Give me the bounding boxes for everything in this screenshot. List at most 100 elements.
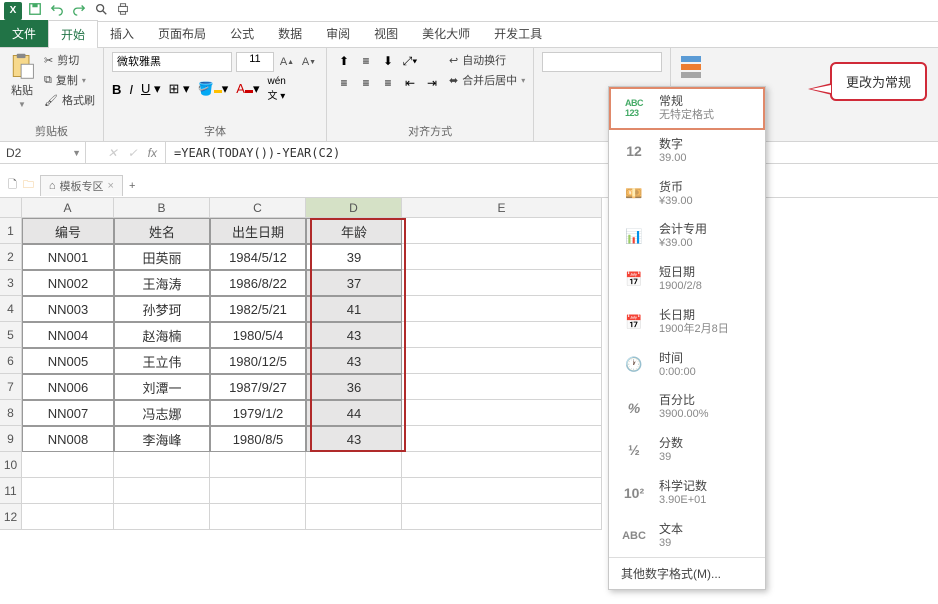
- row-header-1[interactable]: 1: [0, 218, 22, 244]
- cell-name-3[interactable]: 王海涛: [114, 270, 210, 296]
- empty-cell[interactable]: [306, 452, 402, 478]
- cell-dob-6[interactable]: 1980/12/5: [210, 348, 306, 374]
- align-bottom-icon[interactable]: ⬇: [379, 52, 397, 70]
- fx-icon[interactable]: fx: [148, 146, 157, 160]
- cell-age-6[interactable]: 43: [306, 348, 402, 374]
- formula-input[interactable]: =YEAR(TODAY())-YEAR(C2): [166, 142, 938, 163]
- empty-cell[interactable]: [22, 504, 114, 530]
- empty-cell[interactable]: [306, 504, 402, 530]
- cancel-icon[interactable]: ✕: [108, 146, 118, 160]
- cell-name-6[interactable]: 王立伟: [114, 348, 210, 374]
- format-fraction[interactable]: ½ 分数39: [609, 429, 765, 472]
- border-button[interactable]: ⊞ ▾: [169, 81, 190, 97]
- empty-cell[interactable]: [210, 478, 306, 504]
- format-accounting[interactable]: 📊 会计专用¥39.00: [609, 215, 765, 258]
- cell-id-4[interactable]: NN003: [22, 296, 114, 322]
- cell-id-9[interactable]: NN008: [22, 426, 114, 452]
- underline-button[interactable]: U ▾: [141, 81, 161, 97]
- tab-insert[interactable]: 插入: [98, 20, 146, 47]
- cell-E3[interactable]: [402, 270, 602, 296]
- tab-file[interactable]: 文件: [0, 20, 48, 47]
- cell-id-8[interactable]: NN007: [22, 400, 114, 426]
- empty-cell[interactable]: [306, 478, 402, 504]
- cell-E6[interactable]: [402, 348, 602, 374]
- cell-name-9[interactable]: 李海峰: [114, 426, 210, 452]
- italic-button[interactable]: I: [129, 82, 133, 97]
- tab-review[interactable]: 审阅: [314, 20, 362, 47]
- row-header-7[interactable]: 7: [0, 374, 22, 400]
- print-icon[interactable]: [116, 2, 130, 19]
- row-header-9[interactable]: 9: [0, 426, 22, 452]
- row-header-5[interactable]: 5: [0, 322, 22, 348]
- font-name-select[interactable]: 微软雅黑: [112, 52, 232, 72]
- enter-icon[interactable]: ✓: [128, 146, 138, 160]
- tab-formulas[interactable]: 公式: [218, 20, 266, 47]
- increase-indent-icon[interactable]: ⇥: [423, 74, 441, 92]
- print-preview-icon[interactable]: [94, 2, 108, 19]
- tab-template[interactable]: ⌂ 模板专区 ×: [40, 175, 123, 196]
- align-top-icon[interactable]: ⬆: [335, 52, 353, 70]
- empty-cell[interactable]: [22, 478, 114, 504]
- more-number-formats[interactable]: 其他数字格式(M)...: [609, 557, 765, 589]
- row-header-4[interactable]: 4: [0, 296, 22, 322]
- empty-cell[interactable]: [210, 452, 306, 478]
- increase-font-icon[interactable]: A▲: [278, 53, 296, 71]
- cell-id-6[interactable]: NN005: [22, 348, 114, 374]
- cell-age-5[interactable]: 43: [306, 322, 402, 348]
- empty-cell[interactable]: [114, 478, 210, 504]
- decrease-indent-icon[interactable]: ⇤: [401, 74, 419, 92]
- close-icon[interactable]: ×: [108, 180, 114, 192]
- cell-age-7[interactable]: 36: [306, 374, 402, 400]
- cell-E5[interactable]: [402, 322, 602, 348]
- col-header-E[interactable]: E: [402, 198, 602, 218]
- cell-age-9[interactable]: 43: [306, 426, 402, 452]
- new-sheet-icon[interactable]: 🗋: [8, 176, 17, 195]
- cell-E9[interactable]: [402, 426, 602, 452]
- format-general[interactable]: ABC123 常规无特定格式: [609, 87, 765, 130]
- cell-E2[interactable]: [402, 244, 602, 270]
- empty-cell[interactable]: [114, 504, 210, 530]
- redo-icon[interactable]: [72, 2, 86, 19]
- cell-id-3[interactable]: NN002: [22, 270, 114, 296]
- fill-color-button[interactable]: 🪣▾: [198, 81, 229, 97]
- font-color-button[interactable]: A▾: [236, 81, 259, 97]
- tab-view[interactable]: 视图: [362, 20, 410, 47]
- align-middle-icon[interactable]: ≡: [357, 52, 375, 70]
- empty-cell[interactable]: [22, 452, 114, 478]
- paste-button[interactable]: 粘贴 ▼: [8, 52, 36, 109]
- copy-button[interactable]: ⧉ 复制 ▾: [44, 72, 95, 88]
- phonetic-button[interactable]: wén文 ▾: [267, 76, 285, 102]
- cell-name-5[interactable]: 赵海楠: [114, 322, 210, 348]
- cell-dob-2[interactable]: 1984/5/12: [210, 244, 306, 270]
- tab-page-layout[interactable]: 页面布局: [146, 20, 218, 47]
- cell-dob-4[interactable]: 1982/5/21: [210, 296, 306, 322]
- name-box[interactable]: D2 ▼: [0, 142, 86, 163]
- col-header-B[interactable]: B: [114, 198, 210, 218]
- cell-id-7[interactable]: NN006: [22, 374, 114, 400]
- add-sheet-icon[interactable]: +: [129, 180, 135, 192]
- cell-age-2[interactable]: 39: [306, 244, 402, 270]
- cell-dob-7[interactable]: 1987/9/27: [210, 374, 306, 400]
- empty-cell[interactable]: [402, 504, 602, 530]
- save-icon[interactable]: [28, 2, 42, 19]
- row-header-10[interactable]: 10: [0, 452, 22, 478]
- cell-E1[interactable]: [402, 218, 602, 244]
- format-time[interactable]: 🕐 时间0:00:00: [609, 344, 765, 387]
- cell-name-7[interactable]: 刘潭一: [114, 374, 210, 400]
- format-scientific[interactable]: 10² 科学记数3.90E+01: [609, 472, 765, 515]
- tab-developer[interactable]: 开发工具: [482, 20, 554, 47]
- tab-beautify[interactable]: 美化大师: [410, 20, 482, 47]
- align-right-icon[interactable]: ≡: [379, 74, 397, 92]
- row-header-2[interactable]: 2: [0, 244, 22, 270]
- format-short-date[interactable]: 📅 短日期1900/2/8: [609, 258, 765, 301]
- format-text[interactable]: ABC 文本39: [609, 515, 765, 558]
- row-header-3[interactable]: 3: [0, 270, 22, 296]
- cell-E8[interactable]: [402, 400, 602, 426]
- cell-id-2[interactable]: NN001: [22, 244, 114, 270]
- cell-dob-3[interactable]: 1986/8/22: [210, 270, 306, 296]
- col-header-A[interactable]: A: [22, 198, 114, 218]
- empty-cell[interactable]: [402, 478, 602, 504]
- orientation-icon[interactable]: ⤢▾: [401, 52, 419, 70]
- format-painter-button[interactable]: 🖌 格式刷: [44, 92, 95, 108]
- tab-data[interactable]: 数据: [266, 20, 314, 47]
